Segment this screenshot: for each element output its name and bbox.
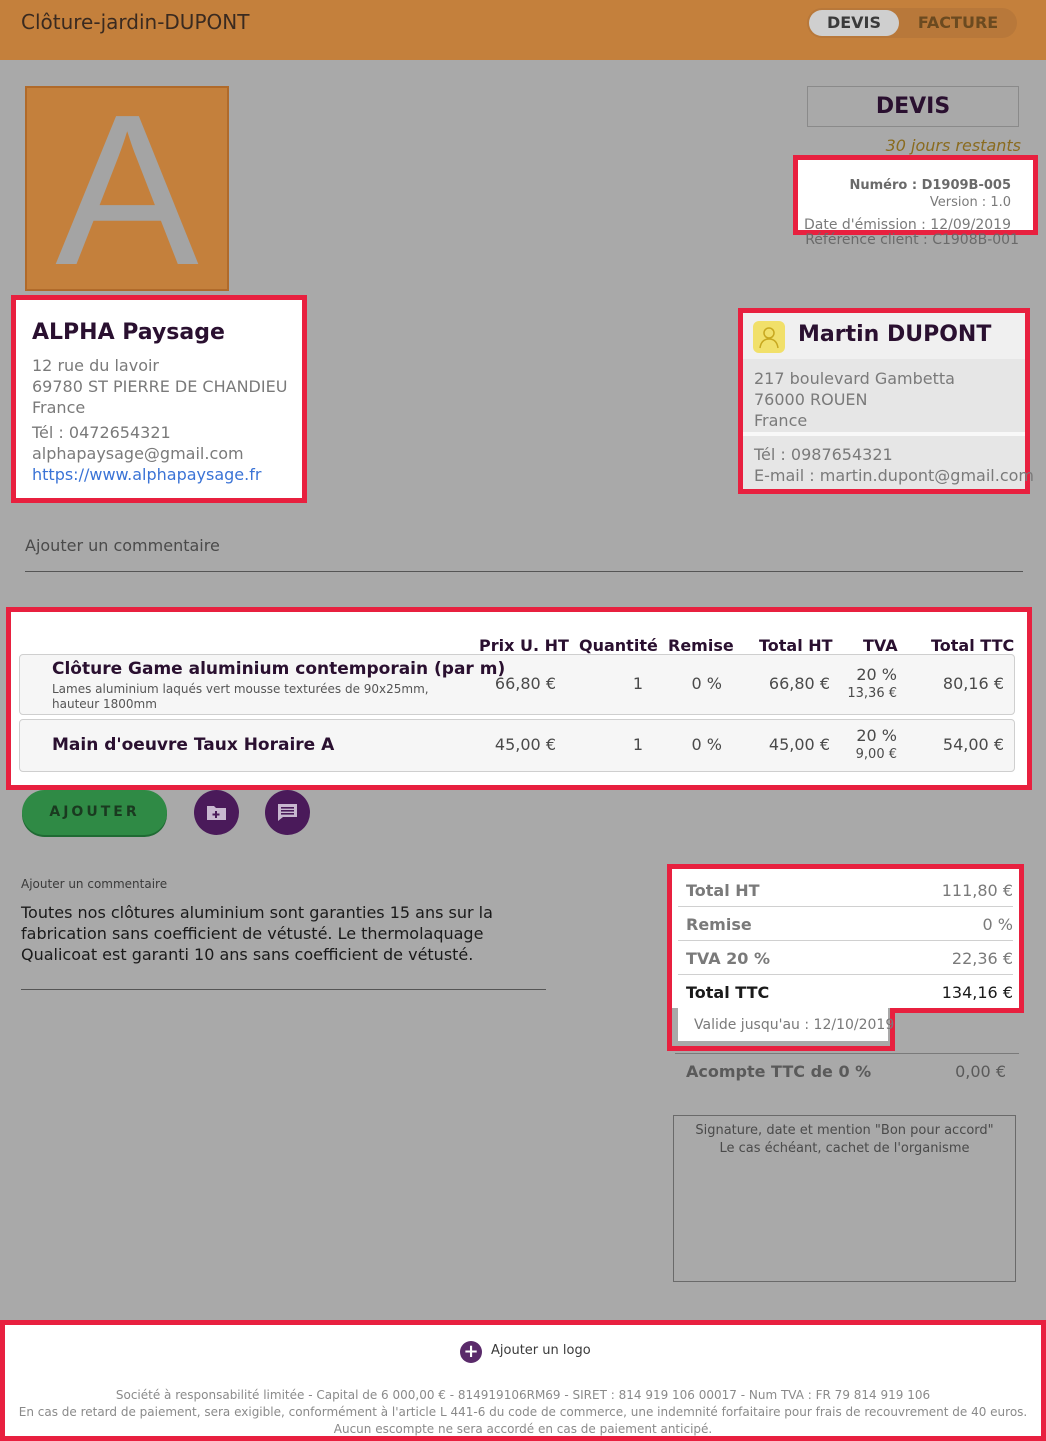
company-card[interactable]: ALPHA Paysage 12 rue du lavoir 69780 ST … (11, 295, 307, 503)
add-line-button[interactable]: AJOUTER (22, 790, 167, 835)
company-country: France (32, 398, 86, 417)
footer-legal-line2: En cas de retard de paiement, sera exigi… (18, 1405, 1028, 1419)
signature-box: Signature, date et mention "Bon pour acc… (673, 1115, 1016, 1282)
item-quantity: 1 (632, 674, 643, 693)
table-row[interactable]: Clôture Game aluminium contemporain (par… (19, 654, 1015, 715)
client-header: Martin DUPONT (743, 313, 1025, 359)
user-avatar-icon (753, 321, 785, 353)
client-card[interactable]: Martin DUPONT 217 boulevard Gambetta 760… (738, 308, 1034, 494)
item-total-ttc: 80,16 € (942, 674, 1004, 693)
total-ht-value: 111,80 € (941, 881, 1013, 900)
add-from-catalog-button[interactable] (194, 790, 239, 835)
company-website-link[interactable]: https://www.alphapaysage.fr (32, 465, 261, 484)
item-description: Lames aluminium laqués vert mousse textu… (52, 682, 429, 711)
folder-plus-icon (207, 806, 226, 820)
comment-underline (21, 989, 546, 990)
total-ttc-label: Total TTC (686, 983, 770, 1002)
item-discount: 0 % (691, 674, 722, 693)
client-name: Martin DUPONT (798, 322, 992, 347)
item-tva-rate: 20 % (856, 665, 897, 684)
discount-row[interactable]: Remise 0 % (678, 907, 1013, 941)
item-unit-price: 66,80 € (494, 674, 556, 693)
add-comment-button[interactable] (265, 790, 310, 835)
comment-textarea[interactable]: Toutes nos clôtures aluminium sont garan… (21, 902, 551, 965)
discount-value: 0 % (982, 915, 1013, 934)
add-logo-link[interactable]: Ajouter un logo (491, 1343, 591, 1358)
company-email: alphapaysage@gmail.com (32, 444, 244, 463)
item-tva-amount: 13,36 € (847, 686, 897, 701)
item-quantity: 1 (632, 735, 643, 754)
valid-until: Valide jusqu'au : 12/10/2019 (694, 1017, 895, 1033)
comment-underline (25, 571, 1023, 572)
col-quantity: Quantité (579, 636, 658, 655)
signature-line1: Signature, date et mention "Bon pour acc… (695, 1123, 994, 1138)
item-tva-rate: 20 % (856, 726, 897, 745)
totals-panel: Total HT 111,80 € Remise 0 % TVA 20 % 22… (667, 864, 1024, 1013)
company-address-line1: 12 rue du lavoir (32, 356, 160, 375)
item-unit-price: 45,00 € (494, 735, 556, 754)
deposit-label[interactable]: Acompte TTC de 0 % (686, 1062, 871, 1081)
document-version: Version : 1.0 (929, 195, 1011, 210)
client-address-line2: 76000 ROUEN (754, 390, 868, 409)
discount-label: Remise (686, 915, 752, 934)
item-total-ttc: 54,00 € (942, 735, 1004, 754)
deposit-value: 0,00 € (955, 1062, 1006, 1081)
item-title: Clôture Game aluminium contemporain (par… (52, 659, 506, 679)
client-phone: Tél : 0987654321 (754, 445, 893, 464)
document-meta[interactable]: Numéro : D1909B-005 Version : 1.0 Date d… (793, 155, 1038, 235)
document-type-title: DEVIS (807, 86, 1019, 127)
table-row[interactable]: Main d'oeuvre Taux Horaire A 45,00 € 1 0… (19, 719, 1015, 772)
document-footer: + Ajouter un logo Société à responsabili… (0, 1320, 1046, 1441)
col-total-ht: Total HT (759, 636, 833, 655)
company-address-line2: 69780 ST PIERRE DE CHANDIEU (32, 377, 288, 396)
col-tva: TVA (863, 636, 898, 655)
deposit-divider (675, 1053, 1019, 1054)
col-unit-price: Prix U. HT (479, 636, 569, 655)
tva-value: 22,36 € (951, 949, 1013, 968)
issue-date: Date d'émission : 12/09/2019 (803, 217, 1011, 233)
col-total-ttc: Total TTC (931, 636, 1015, 655)
company-name: ALPHA Paysage (32, 320, 225, 345)
item-total-ht: 45,00 € (768, 735, 830, 754)
footer-legal-line1: Société à responsabilité limitée - Capit… (115, 1388, 931, 1402)
tva-row: TVA 20 % 22,36 € (678, 941, 1013, 975)
client-divider (743, 432, 1025, 436)
signature-line2: Le cas échéant, cachet de l'organisme (719, 1141, 970, 1156)
item-tva-amount: 9,00 € (855, 747, 897, 762)
total-ht-row: Total HT 111,80 € (678, 873, 1013, 907)
client-country: France (754, 411, 808, 430)
total-ht-label: Total HT (686, 881, 760, 900)
client-email: E-mail : martin.dupont@gmail.com (754, 466, 1034, 485)
plus-circle-icon[interactable]: + (460, 1341, 482, 1363)
client-reference: Référence client : C1908B-001 (805, 232, 1019, 248)
tab-devis[interactable]: DEVIS (809, 10, 899, 36)
tab-facture[interactable]: FACTURE (906, 10, 1010, 36)
col-discount: Remise (668, 636, 734, 655)
total-ttc-row: Total TTC 134,16 € (678, 975, 1013, 1009)
comment-icon (278, 804, 297, 821)
client-address-line1: 217 boulevard Gambetta (754, 369, 955, 388)
item-discount: 0 % (691, 735, 722, 754)
item-title: Main d'oeuvre Taux Horaire A (52, 735, 335, 755)
item-total-ht: 66,80 € (768, 674, 830, 693)
company-logo[interactable]: A (25, 86, 229, 291)
comment-label: Ajouter un commentaire (21, 877, 168, 891)
remaining-days: 30 jours restants (885, 136, 1021, 155)
total-ttc-value: 134,16 € (941, 983, 1013, 1002)
company-phone: Tél : 0472654321 (32, 423, 171, 442)
items-table: Prix U. HT Quantité Remise Total HT TVA … (6, 607, 1032, 790)
validity-box[interactable]: Valide jusqu'au : 12/10/2019 (667, 1008, 895, 1051)
footer-legal-line3: Aucun escompte ne sera accordé en cas de… (333, 1422, 713, 1436)
comment-input-top[interactable]: Ajouter un commentaire (25, 536, 220, 555)
document-number: Numéro : D1909B-005 (849, 178, 1011, 193)
logo-letter: A (55, 86, 199, 291)
tva-label: TVA 20 % (686, 949, 771, 968)
validity-inner: Valide jusqu'au : 12/10/2019 (678, 1008, 894, 1041)
document-title[interactable]: Clôture-jardin-DUPONT (21, 10, 249, 34)
